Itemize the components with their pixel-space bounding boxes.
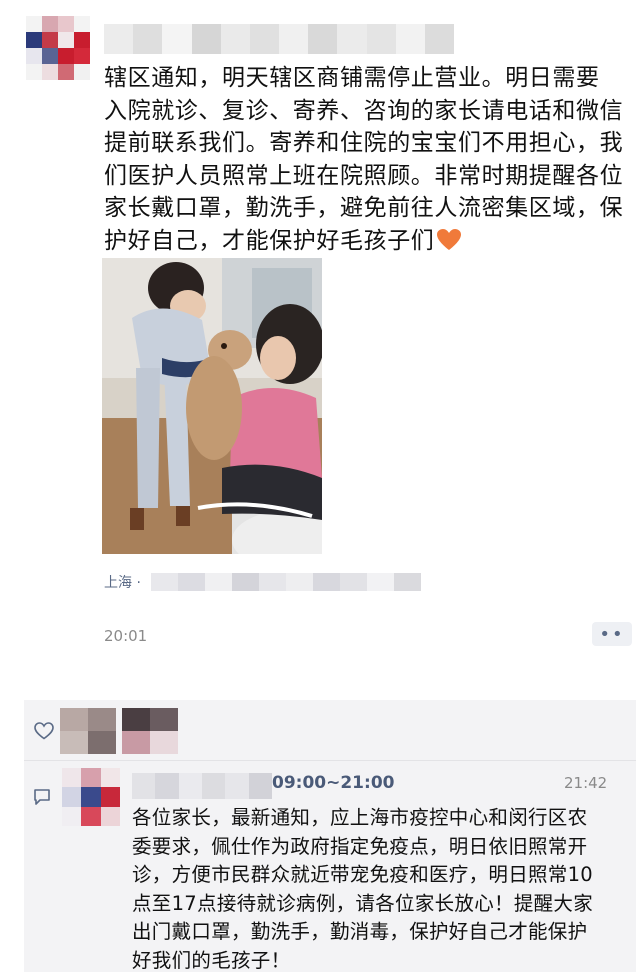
post-time: 20:01 xyxy=(104,627,148,645)
location-prefix: 上海 · xyxy=(104,575,141,591)
liker-avatar[interactable] xyxy=(60,708,116,754)
likes-row xyxy=(24,700,636,760)
poster-avatar[interactable] xyxy=(26,16,90,80)
comment-text: 各位家长，最新通知，应上海市疫控中心和闵行区农 委要求，佩仕作为政府指定免疫点，… xyxy=(132,806,594,972)
post-location[interactable]: 上海 · xyxy=(104,572,421,592)
comment-icon xyxy=(33,788,51,810)
commenter-avatar[interactable] xyxy=(62,768,120,826)
post-text: 辖区通知，明天辖区商铺需停止营业。明日需要 入院就诊、复诊、寄养、咨询的家长请电… xyxy=(104,62,640,261)
post-photo[interactable] xyxy=(102,258,322,554)
poster-name-redacted[interactable] xyxy=(104,24,455,54)
more-options-button[interactable]: •• xyxy=(592,622,632,646)
more-options-dots: •• xyxy=(599,623,625,645)
location-detail-redacted xyxy=(150,573,421,591)
heart-emoji xyxy=(436,228,462,262)
liker-avatar[interactable] xyxy=(122,708,178,754)
commenter-name-redacted[interactable] xyxy=(132,773,272,799)
comment-time: 21:42 xyxy=(564,774,608,792)
heart-outline-icon xyxy=(34,722,54,744)
interaction-panel: 09:00~21:00 21:42 各位家长，最新通知，应上海市疫控中心和闵行区… xyxy=(24,700,636,972)
post-text-body: 辖区通知，明天辖区商铺需停止营业。明日需要 入院就诊、复诊、寄养、咨询的家长请电… xyxy=(104,65,624,254)
divider xyxy=(24,760,636,761)
comment-business-hours: 09:00~21:00 xyxy=(272,773,395,793)
